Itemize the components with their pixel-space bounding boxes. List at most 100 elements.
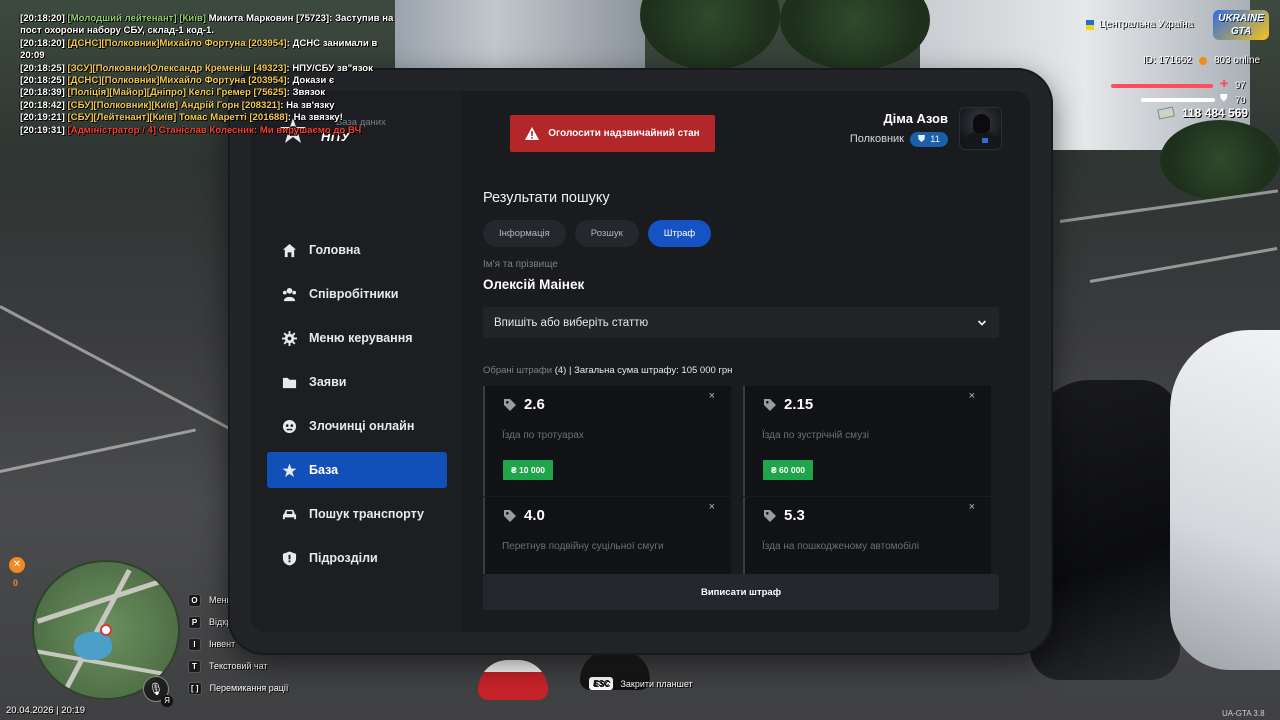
key-hint: T Текстовий чат	[188, 655, 288, 677]
sidebar-item-label: Пошук транспорту	[309, 507, 424, 521]
key-cap: [ ]	[188, 681, 202, 695]
chat-time: [20:18:20]	[20, 37, 65, 49]
fines-list[interactable]: 2.6 Їзда по тротуарах × ₴ 10 000 2.15 Їзда по…	[483, 386, 1003, 574]
hunger-icon: ✕	[9, 557, 25, 573]
fine-card: 2.15 Їзда по зустрічній смузі × ₴ 60 000	[743, 386, 991, 496]
tab-1[interactable]: Розшук	[574, 220, 639, 247]
sidebar-item-car[interactable]: Пошук транспорту	[267, 496, 447, 532]
logo-line: GTA	[1230, 26, 1252, 37]
mask-icon	[281, 418, 297, 434]
sidebar-item-home[interactable]: Головна	[267, 232, 447, 268]
remove-fine-close-icon[interactable]: ×	[969, 501, 975, 513]
article-select[interactable]: Впишіть або виберіть статтю	[483, 307, 999, 338]
chat-time: [20:18:25]	[20, 62, 65, 74]
fine-code-row: 4.0	[503, 507, 545, 524]
chat-line: [20:18:42] [СБУ][Полковник][Київ] Андрій…	[20, 100, 400, 112]
background-building	[395, 0, 645, 75]
hunger-value: 0	[13, 578, 19, 588]
avatar[interactable]	[959, 107, 1002, 150]
player-id: ID: 171662	[1143, 55, 1192, 66]
chat-sender: [Адміністратор / 4] Станіслав Колесник	[67, 124, 254, 136]
fine-card: 2.6 Їзда по тротуарах × ₴ 10 000	[483, 386, 731, 496]
version-label: UA-GTA 3.8	[1222, 709, 1265, 718]
shoe	[478, 660, 548, 700]
key-cap: O	[188, 593, 201, 607]
tab-2[interactable]: Штраф	[647, 220, 712, 247]
fines-label: Обрані штрафи	[483, 365, 553, 376]
rank-shield-icon: ⛊	[917, 133, 926, 145]
sidebar-item-star[interactable]: База	[267, 452, 447, 488]
fine-card: 4.0 Перетнув подвійну суцільної смуги ×	[483, 497, 731, 574]
online-count: 803 online	[1213, 55, 1261, 66]
fine-description: Їзда по тротуарах	[502, 430, 584, 441]
issue-fine-button[interactable]: Виписати штраф	[483, 574, 999, 610]
sidebar: База даних НПУ Головна Співробітники Меню …	[251, 91, 461, 632]
fine-description: Перетнув подвійну суцільної смуги	[502, 541, 664, 552]
shield-icon	[281, 550, 297, 566]
armor-icon: ⛊	[1220, 93, 1228, 104]
logo-line: UKRAINE	[1218, 13, 1264, 24]
home-icon	[281, 242, 297, 258]
chat-line: [20:18:39] [Поліція][Майор][Дніпро] Келс…	[20, 87, 400, 99]
profile-text: Діма Азов Полковник ⛊ 11	[850, 111, 948, 147]
sidebar-item-label: Заяви	[309, 375, 347, 389]
armor-value: 70	[1235, 95, 1246, 106]
minimap-water	[74, 632, 112, 660]
users-icon	[281, 286, 297, 302]
key-hint: [ ] Перемикання рації	[188, 677, 288, 699]
sidebar-item-folder[interactable]: Заяви	[267, 364, 447, 400]
sidebar-item-gear[interactable]: Меню керування	[267, 320, 447, 356]
chat-message: : На зв'язку	[280, 99, 335, 111]
fine-code: 2.6	[524, 396, 545, 413]
mic-key-label: Я	[161, 695, 173, 707]
key-cap: P	[188, 615, 201, 629]
chat-line: [20:19:31] [Адміністратор / 4] Станіслав…	[20, 125, 400, 137]
chat-log: [20:18:20] [Молодший лейтенант] [Київ] М…	[20, 13, 400, 137]
remove-fine-close-icon[interactable]: ×	[709, 501, 715, 513]
fines-count: (4)	[554, 365, 567, 376]
player-marker-icon	[100, 624, 112, 636]
health-bar	[1111, 84, 1213, 88]
chat-time: [20:19:31]	[20, 124, 65, 136]
chat-line: [20:18:20] [ДСНС][Полковник]Михайло Форт…	[20, 38, 400, 63]
chat-line: [20:18:25] [ДСНС][Полковник]Михайло Форт…	[20, 75, 400, 87]
fine-amount: ₴ 10 000	[503, 460, 554, 480]
fines-total: | Загальна сума штрафу: 105 000 грн	[568, 365, 733, 376]
emergency-button[interactable]: Оголосити надзвичайний стан	[510, 115, 715, 152]
person-name: Олексій Маінек	[483, 277, 585, 292]
sidebar-item-users[interactable]: Співробітники	[267, 276, 447, 312]
rank-level: 11	[930, 133, 940, 145]
minimap-road	[36, 573, 178, 624]
tab-0[interactable]: Інформація	[483, 220, 566, 247]
chat-sender-name: Микита Марковин [75723]	[205, 13, 330, 24]
chevron-down-icon	[977, 319, 987, 326]
fine-code: 4.0	[524, 507, 545, 524]
parking-line	[0, 428, 196, 473]
chat-time: [20:18:20]	[20, 13, 65, 24]
close-tablet-label: Закрити планшет	[620, 678, 693, 689]
result-tabs: Інформація Розшук Штраф	[483, 220, 712, 247]
chat-message: : НПУ/СБУ зв"язок	[286, 62, 373, 74]
tag-icon	[764, 398, 776, 411]
fine-description: Їзда на пошкодженому автомобілі	[762, 541, 920, 552]
results-title: Результати пошуку	[483, 190, 610, 206]
money-icon	[1157, 106, 1175, 120]
chat-message: : Ми вирушаємо до ВЧ	[253, 124, 362, 136]
close-tablet-hint: ESC Закрити планшет	[589, 677, 693, 690]
key-label: Інвент	[209, 639, 236, 649]
health-icon: ✚	[1220, 79, 1229, 90]
chat-line: [20:18:20] [Молодший лейтенант] [Київ] М…	[20, 13, 400, 38]
sidebar-item-mask[interactable]: Злочинці онлайн	[267, 408, 447, 444]
parking-line	[1059, 189, 1279, 223]
fine-amount: ₴ 60 000	[763, 460, 814, 480]
article-select-value: Впишіть або виберіть статтю	[494, 316, 649, 329]
issue-fine-label: Виписати штраф	[700, 586, 782, 598]
remove-fine-close-icon[interactable]: ×	[969, 390, 975, 402]
remove-fine-close-icon[interactable]: ×	[709, 390, 715, 402]
sidebar-item-label: База	[309, 463, 339, 477]
profile-name: Діма Азов	[883, 110, 948, 126]
sidebar-item-shield[interactable]: Підрозділи	[267, 540, 447, 576]
rank-badge: ⛊ 11	[909, 131, 948, 147]
profile-rank-row: Полковник ⛊ 11	[850, 131, 948, 147]
tag-icon	[504, 398, 516, 411]
